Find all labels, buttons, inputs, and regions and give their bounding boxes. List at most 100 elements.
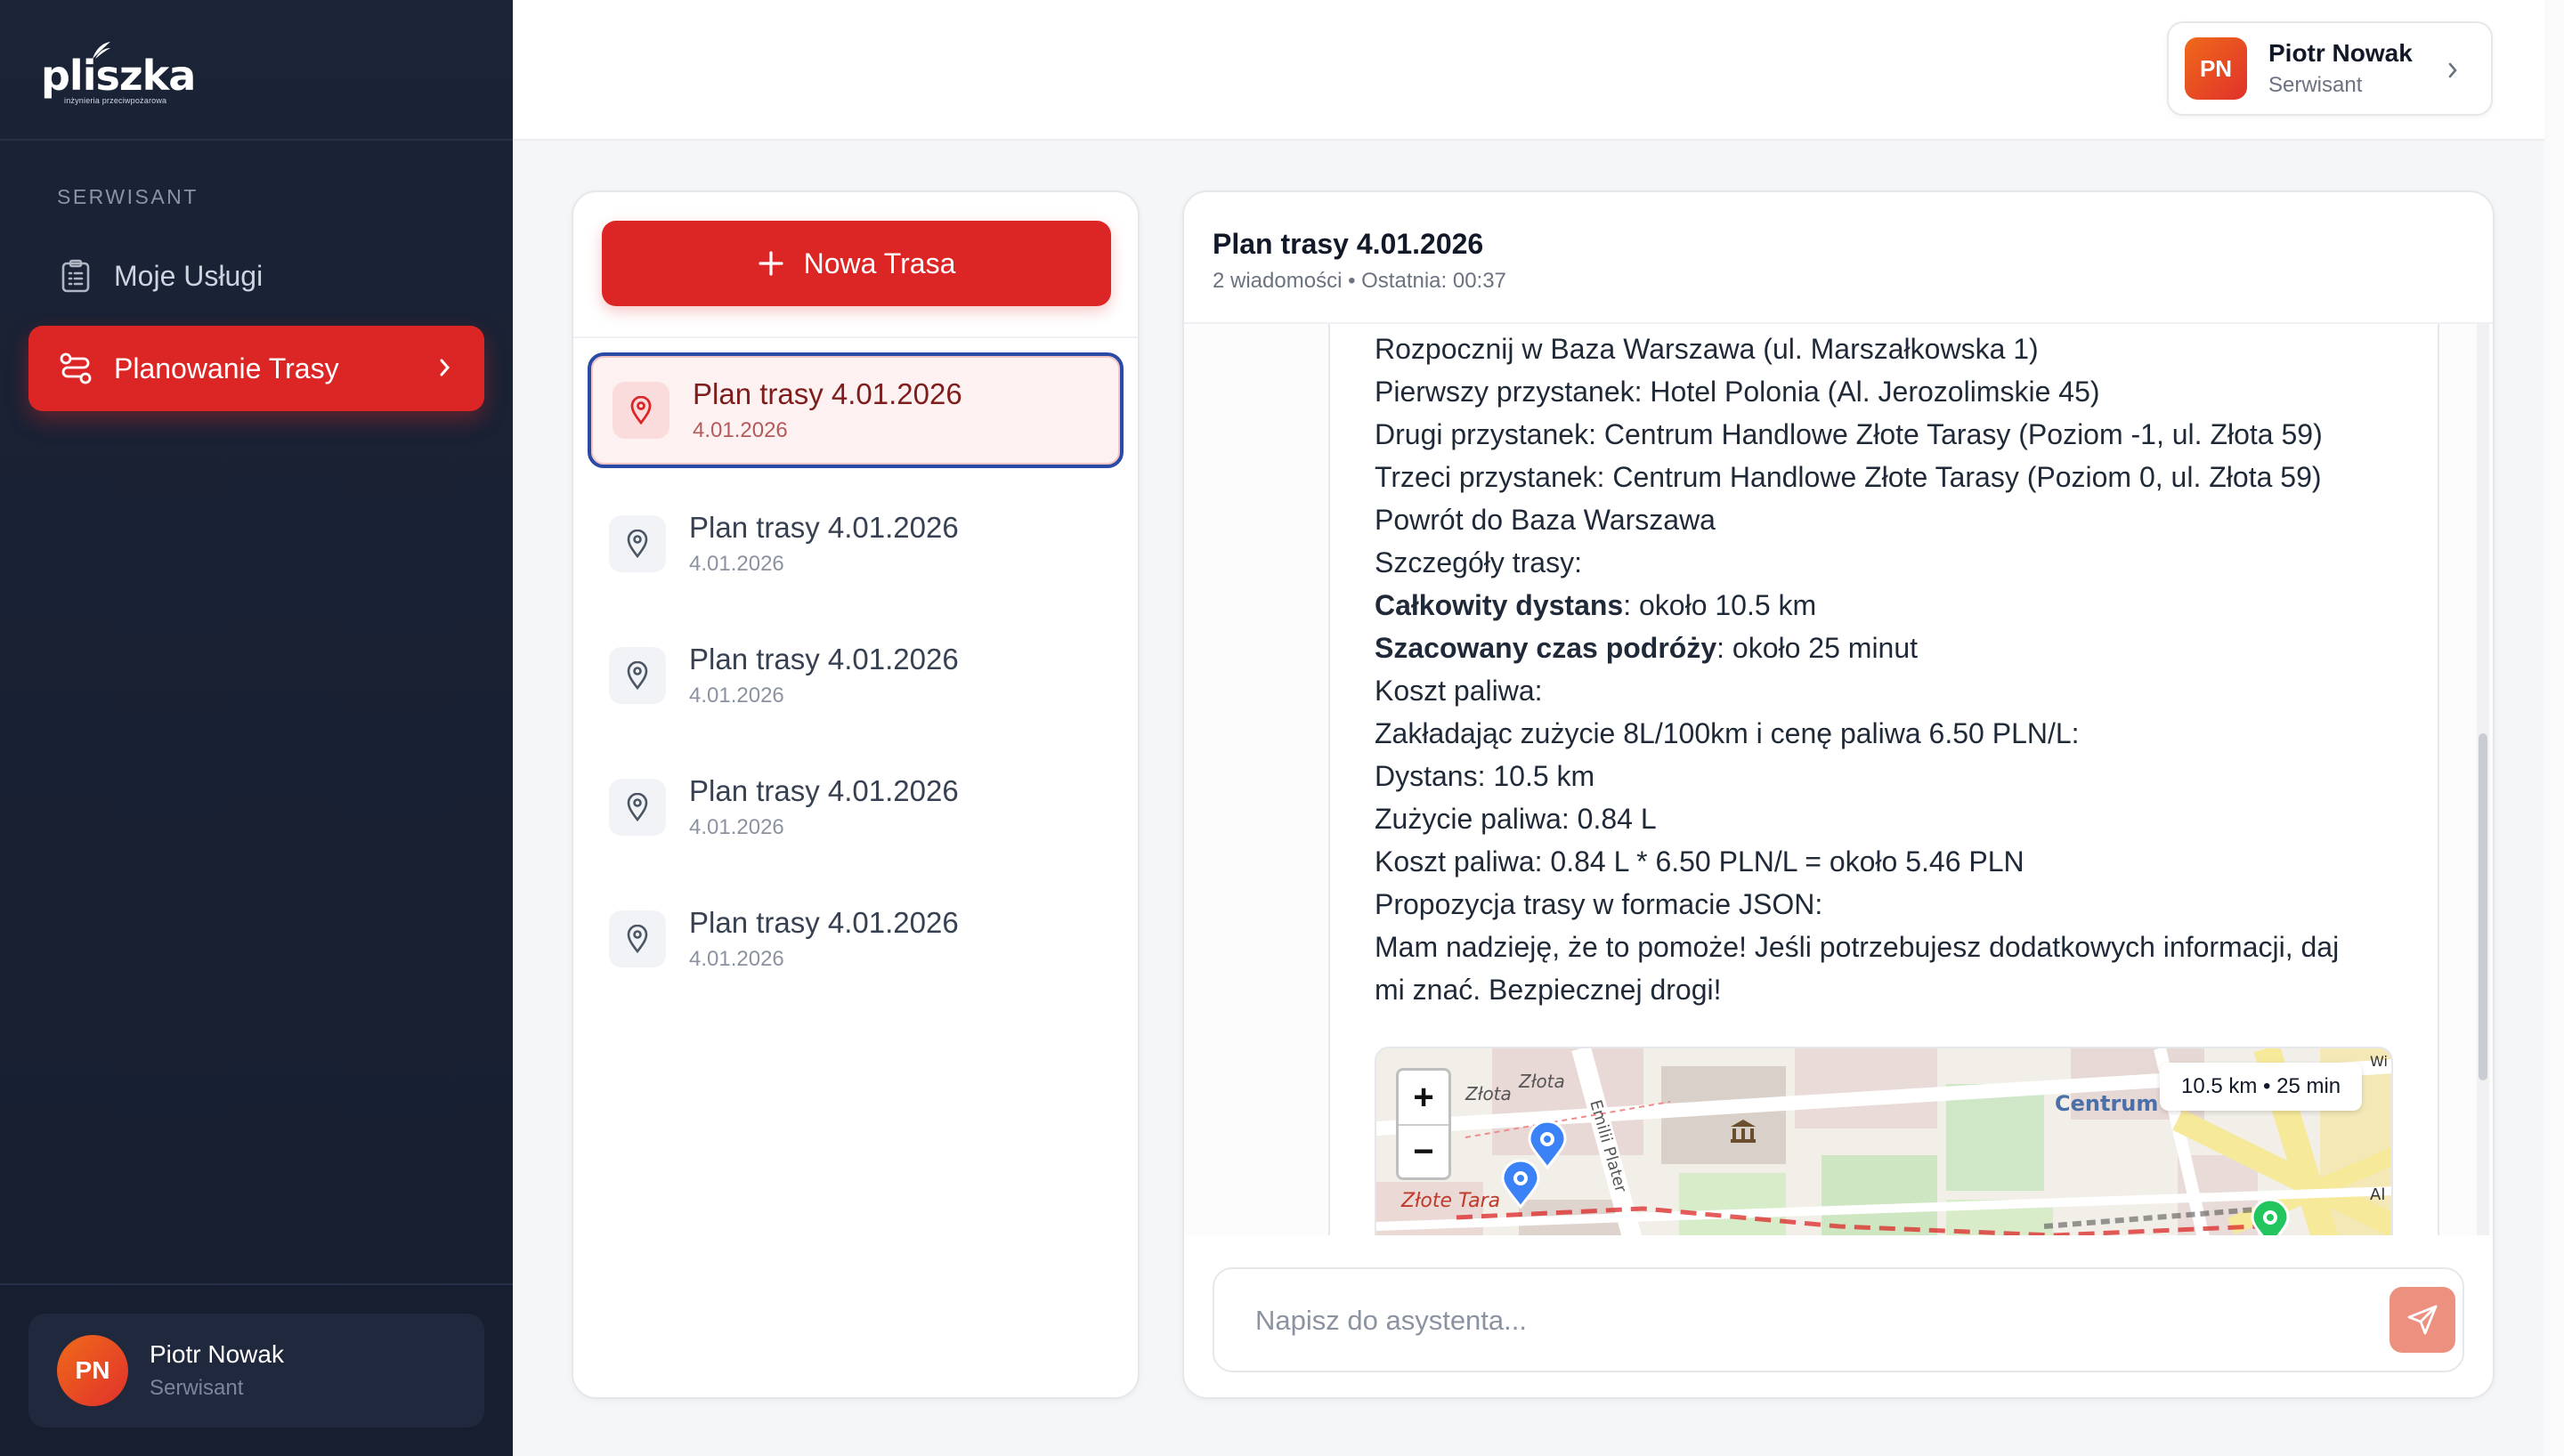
plus-icon — [758, 250, 784, 277]
route-list-panel: Nowa Trasa Plan trasy 4.01.2026 4.01.202… — [572, 190, 1140, 1399]
sidebar-item-label: Moje Usługi — [114, 259, 264, 292]
map-pin-icon — [609, 779, 666, 836]
map-pin-icon — [609, 647, 666, 704]
message-line: Dystans: 10.5 km — [1375, 755, 2416, 797]
message-line-text: Rozpocznij w Baza Warszawa (ul. Marszałk… — [1375, 333, 2039, 365]
message-line-bold: Szacowany czas podróży — [1375, 632, 1717, 664]
route-list-item[interactable]: Plan trasy 4.01.2026 4.01.2026 — [588, 486, 1124, 602]
map-pin-icon — [613, 382, 669, 439]
chat-title: Plan trasy 4.01.2026 — [1213, 228, 1484, 260]
chevron-right-icon — [440, 359, 450, 376]
route-map[interactable]: Złota Złota Emilii Plater Złote Tara Cen… — [1375, 1047, 2393, 1235]
message-line-text: Pierwszy przystanek: Hotel Polonia (Al. … — [1375, 376, 2100, 408]
user-name: Piotr Nowak — [2268, 39, 2413, 67]
route-list-item[interactable]: Plan trasy 4.01.2026 4.01.2026 — [588, 881, 1124, 997]
map-label-wi: Wi — [2370, 1053, 2388, 1070]
message-line: Rozpocznij w Baza Warszawa (ul. Marszałk… — [1375, 328, 2416, 370]
message-line-text: : około 10.5 km — [1623, 589, 1817, 621]
message-line: mi znać. Bezpiecznej drogi! — [1375, 968, 2416, 1011]
message-line: Drugi przystanek: Centrum Handlowe Złote… — [1375, 413, 2416, 456]
message-scrollbar-thumb[interactable] — [2479, 733, 2487, 1080]
logo[interactable]: pliszka inżynieria przeciwpożarowa — [41, 41, 219, 105]
route-list-item[interactable]: Plan trasy 4.01.2026 4.01.2026 — [588, 749, 1124, 865]
new-route-label: Nowa Trasa — [803, 247, 956, 279]
route-list-item[interactable]: Plan trasy 4.01.2026 4.01.2026 — [588, 618, 1124, 733]
sidebar-item-moje-uslugi[interactable]: Moje Usługi — [28, 233, 484, 319]
map-label-centrum: Centrum — [2055, 1091, 2158, 1116]
message-line-text: Propozycja trasy w formacie JSON: — [1375, 888, 1823, 920]
sidebar-item-label: Planowanie Trasy — [114, 352, 339, 384]
map-label-zlota: Złota — [1465, 1083, 1512, 1104]
message-line-text: Powrót do Baza Warszawa — [1375, 504, 1716, 536]
sidebar-item-planowanie-trasy[interactable]: Planowanie Trasy — [28, 326, 484, 411]
map-label-zlota-2: Złota — [1518, 1071, 1565, 1092]
user-role: Serwisant — [150, 1376, 244, 1400]
route-title: Plan trasy 4.01.2026 — [689, 906, 959, 939]
clipboard-icon — [59, 259, 93, 293]
route-icon — [59, 352, 93, 385]
route-summary-badge: 10.5 km • 25 min — [2160, 1063, 2363, 1111]
message-line-text: Zużycie paliwa: 0.84 L — [1375, 803, 1657, 835]
message-line: Całkowity dystans: około 10.5 km — [1375, 584, 2416, 627]
route-date: 4.01.2026 — [689, 684, 784, 708]
message-line-text: mi znać. Bezpiecznej drogi! — [1375, 974, 1722, 1006]
message-list[interactable]: Rozpocznij w Baza Warszawa (ul. Marszałk… — [1184, 324, 2493, 1235]
route-title: Plan trasy 4.01.2026 — [689, 511, 959, 544]
top-header: PN Piotr Nowak Serwisant — [513, 0, 2564, 141]
logo-tagline: inżynieria przeciwpożarowa — [64, 96, 167, 105]
new-route-button[interactable]: Nowa Trasa — [602, 221, 1111, 306]
map-zoom-control: + − — [1396, 1068, 1451, 1180]
map-pin-icon — [609, 910, 666, 967]
route-date: 4.01.2026 — [693, 418, 788, 442]
route-date: 4.01.2026 — [689, 552, 784, 576]
sidebar-divider-bottom — [0, 1283, 513, 1285]
message-line: Trzeci przystanek: Centrum Handlowe Złot… — [1375, 456, 2416, 498]
sidebar: pliszka inżynieria przeciwpożarowa SERWI… — [0, 0, 513, 1456]
message-line: Pierwszy przystanek: Hotel Polonia (Al. … — [1375, 370, 2416, 413]
chat-header: Plan trasy 4.01.2026 2 wiadomości • Osta… — [1184, 192, 2493, 324]
logo-text: pliszka — [41, 52, 196, 100]
chat-panel: Plan trasy 4.01.2026 2 wiadomości • Osta… — [1182, 190, 2495, 1399]
send-icon — [2407, 1305, 2438, 1335]
message-line-bold: Całkowity dystans — [1375, 589, 1624, 621]
message-text: Rozpocznij w Baza Warszawa (ul. Marszałk… — [1375, 328, 2416, 1011]
user-role: Serwisant — [2268, 73, 2363, 97]
map-pin-icon — [609, 515, 666, 572]
route-title: Plan trasy 4.01.2026 — [689, 643, 959, 675]
sidebar-user-card[interactable]: PN Piotr Nowak Serwisant — [28, 1314, 484, 1428]
message-line: Szczegóły trasy: — [1375, 541, 2416, 584]
message-line: Koszt paliwa: 0.84 L * 6.50 PLN/L = okoł… — [1375, 840, 2416, 883]
send-button[interactable] — [2390, 1287, 2455, 1353]
sidebar-section-label: SERWISANT — [57, 185, 199, 208]
map-marker-green-icon — [2251, 1198, 2290, 1235]
page-scrollbar[interactable] — [2544, 0, 2564, 1456]
message-line-text: Drugi przystanek: Centrum Handlowe Złote… — [1375, 418, 2323, 450]
chat-input-bar — [1213, 1267, 2464, 1372]
message-line: Szacowany czas podróży: około 25 minut — [1375, 627, 2416, 669]
message-line-text: Mam nadzieję, że to pomoże! Jeśli potrze… — [1375, 931, 2340, 963]
route-date: 4.01.2026 — [689, 815, 784, 839]
route-title: Plan trasy 4.01.2026 — [689, 774, 959, 807]
zoom-out-button[interactable]: − — [1399, 1124, 1448, 1177]
avatar: PN — [57, 1335, 128, 1406]
map-label-zlote-tarasy: Złote Tara — [1400, 1190, 1500, 1212]
message-line: Powrót do Baza Warszawa — [1375, 498, 2416, 541]
chevron-right-icon — [2448, 62, 2457, 78]
route-list-item[interactable]: Plan trasy 4.01.2026 4.01.2026 — [588, 352, 1124, 468]
message-line-text: Trzeci przystanek: Centrum Handlowe Złot… — [1375, 461, 2322, 493]
header-user-menu[interactable]: PN Piotr Nowak Serwisant — [2167, 21, 2493, 116]
message-line: Propozycja trasy w formacie JSON: — [1375, 883, 2416, 926]
message-line: Koszt paliwa: — [1375, 669, 2416, 712]
message-line-text: Zakładając zużycie 8L/100km i cenę paliw… — [1375, 717, 2080, 749]
route-title: Plan trasy 4.01.2026 — [693, 377, 962, 410]
sidebar-divider — [0, 139, 513, 141]
map-label-al: Al — [2370, 1185, 2385, 1204]
message-line: Zakładając zużycie 8L/100km i cenę paliw… — [1375, 712, 2416, 755]
assistant-message: Rozpocznij w Baza Warszawa (ul. Marszałk… — [1328, 324, 2439, 1235]
message-line-text: Szczegóły trasy: — [1375, 546, 1582, 578]
message-line-text: Koszt paliwa: — [1375, 675, 1543, 707]
route-date: 4.01.2026 — [689, 947, 784, 971]
chat-input[interactable] — [1255, 1296, 2324, 1346]
zoom-in-button[interactable]: + — [1399, 1071, 1448, 1124]
message-line-text: Koszt paliwa: 0.84 L * 6.50 PLN/L = okoł… — [1375, 845, 2024, 878]
